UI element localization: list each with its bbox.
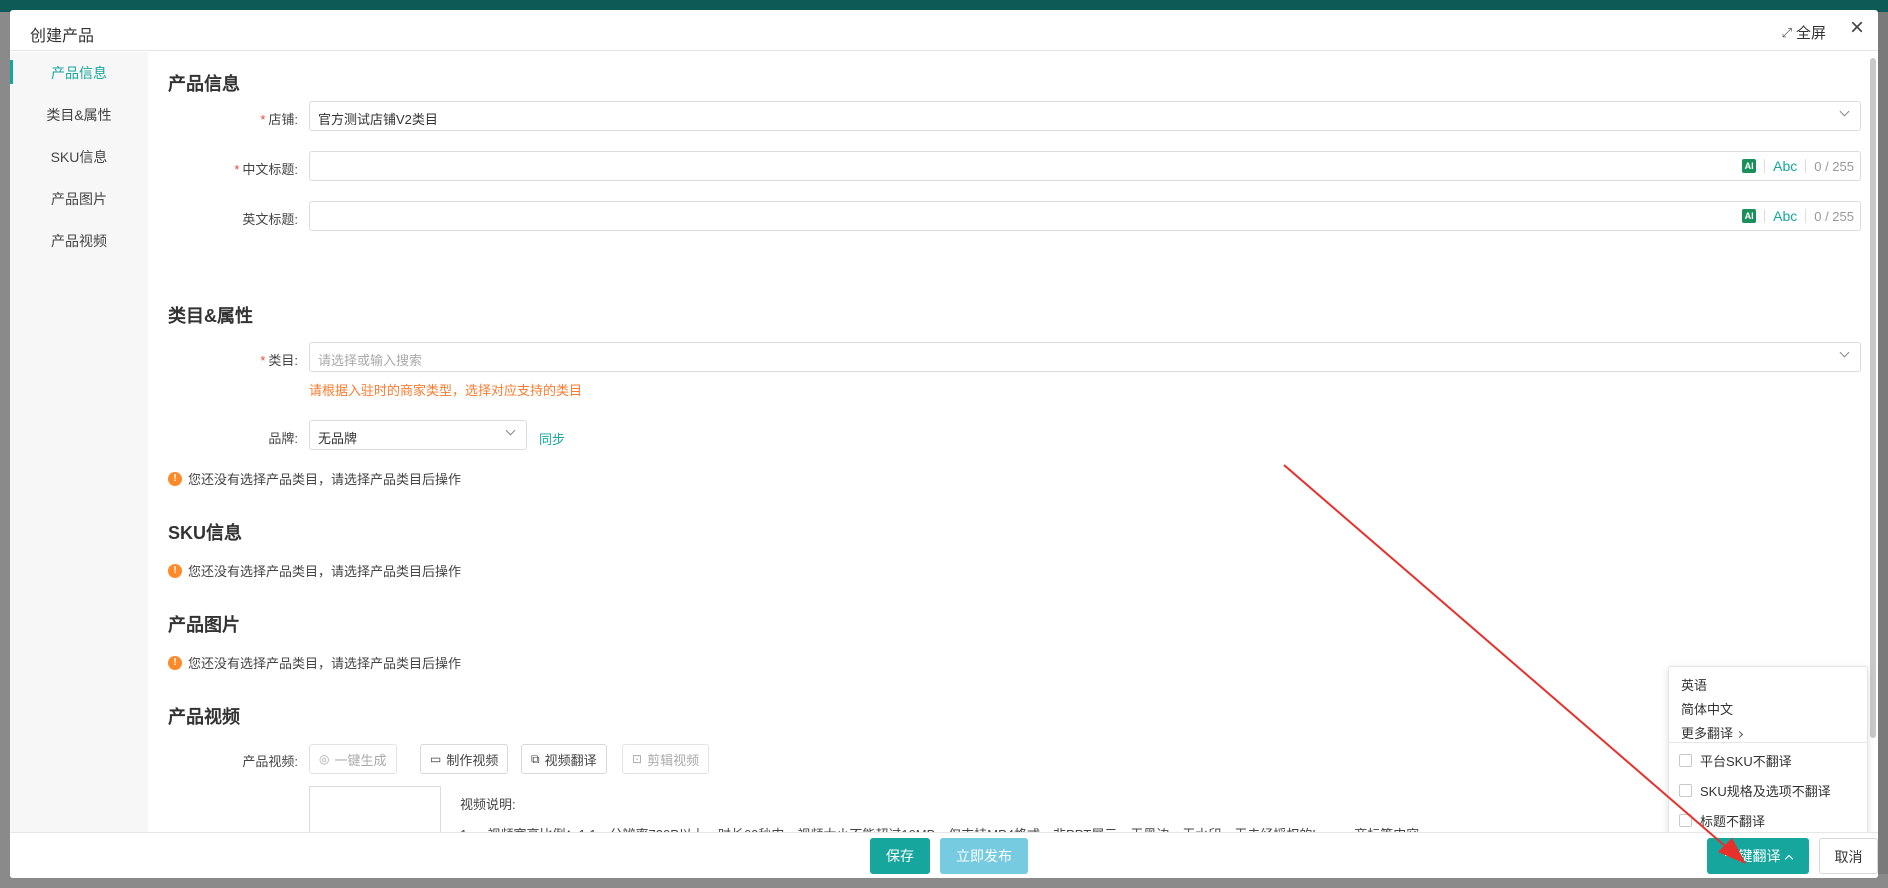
- section-title-product-info: 产品信息: [168, 74, 240, 94]
- category-label: * 类目:: [260, 353, 298, 368]
- en-title-input[interactable]: AI Abc 0 / 255: [309, 201, 1861, 231]
- shop-select[interactable]: 官方测试店铺V2类目: [309, 101, 1861, 131]
- translate-video-button[interactable]: ⧉ 视频翻译: [521, 744, 607, 774]
- one-click-translate-button[interactable]: 一键翻译: [1707, 838, 1809, 874]
- scrollbar[interactable]: [1870, 58, 1876, 738]
- magic-icon: ◎: [319, 752, 330, 766]
- checkbox[interactable]: [1679, 814, 1692, 827]
- option-title[interactable]: 标题不翻译: [1679, 811, 1765, 830]
- section-nav: 产品信息 类目&属性 SKU信息 产品图片 产品视频: [10, 52, 148, 842]
- shop-value: 官方测试店铺V2类目: [318, 112, 438, 127]
- app-sidebar-behind: [0, 12, 10, 874]
- ai-icon[interactable]: AI: [1742, 209, 1757, 223]
- generate-video-button[interactable]: ◎ 一键生成: [309, 744, 397, 774]
- brand-value: 无品牌: [318, 431, 358, 446]
- section-title-sku: SKU信息: [168, 523, 243, 543]
- translate-icon: ⧉: [531, 751, 540, 766]
- warning-icon: !: [168, 563, 182, 578]
- edit-video-button[interactable]: ⊡ 剪辑视频: [622, 744, 710, 774]
- chevron-down-icon: [1840, 108, 1850, 118]
- abc-icon[interactable]: Abc: [1773, 208, 1797, 224]
- brand-select[interactable]: 无品牌: [309, 420, 527, 450]
- checkbox[interactable]: [1679, 784, 1692, 797]
- warning-icon: !: [168, 471, 182, 486]
- scissors-icon: ⊡: [632, 752, 643, 766]
- modal-title: 创建产品: [30, 28, 95, 45]
- divider: [1764, 209, 1766, 223]
- chevron-down-icon: [506, 427, 516, 437]
- section-title-category: 类目&属性: [168, 306, 253, 326]
- chevron-down-icon: [1840, 349, 1850, 359]
- ai-icon[interactable]: AI: [1742, 159, 1757, 173]
- cancel-button[interactable]: 取消: [1819, 838, 1878, 874]
- divider: [1805, 209, 1807, 223]
- chevron-up-icon: [1784, 854, 1793, 864]
- brand-sync-link[interactable]: 同步: [539, 429, 565, 448]
- checkbox[interactable]: [1679, 754, 1692, 767]
- en-title-tools: AI Abc 0 / 255: [1742, 208, 1854, 224]
- nav-item-sku[interactable]: SKU信息: [10, 136, 148, 178]
- video-camera-icon: ▭: [430, 752, 442, 766]
- category-warning: ! 您还没有选择产品类目，请选择产品类目后操作: [168, 469, 461, 488]
- option-sku-spec[interactable]: SKU规格及选项不翻译: [1679, 781, 1831, 800]
- close-icon[interactable]: ×: [1850, 16, 1864, 40]
- publish-button[interactable]: 立即发布: [940, 838, 1028, 874]
- sku-warning: ! 您还没有选择产品类目，请选择产品类目后操作: [168, 561, 461, 580]
- nav-item-images[interactable]: 产品图片: [10, 178, 148, 220]
- chevron-right-icon: [1735, 730, 1744, 739]
- create-product-modal: 创建产品 ⤢ 全屏 × 产品信息 类目&属性 SKU信息 产品图片 产品视频 产…: [10, 10, 1878, 878]
- en-title-counter: 0 / 255: [1814, 208, 1854, 224]
- modal-footer: 保存 立即发布 一键翻译 取消: [10, 832, 1878, 878]
- menu-divider: [1669, 742, 1867, 743]
- video-label: 产品视频:: [242, 754, 298, 769]
- warning-icon: !: [168, 655, 182, 670]
- category-hint: 请根据入驻时的商家类型，选择对应支持的类目: [309, 383, 583, 398]
- cn-title-counter: 0 / 255: [1814, 158, 1854, 174]
- modal-header: 创建产品 ⤢ 全屏 ×: [10, 10, 1878, 51]
- video-desc-title: 视频说明:: [460, 797, 516, 812]
- section-title-images: 产品图片: [168, 615, 240, 635]
- menu-item-more[interactable]: 更多翻译: [1681, 723, 1744, 742]
- fullscreen-button[interactable]: ⤢ 全屏: [1782, 22, 1826, 43]
- divider: [1764, 159, 1766, 173]
- en-title-label: 英文标题:: [242, 212, 298, 227]
- save-button[interactable]: 保存: [870, 838, 930, 874]
- cn-title-tools: AI Abc 0 / 255: [1742, 158, 1854, 174]
- translate-menu: 英语 简体中文 更多翻译 平台SKU不翻译 SKU规格及选项不翻译 标题不翻译: [1668, 666, 1868, 836]
- category-select[interactable]: 请选择或输入搜索: [309, 342, 1861, 372]
- images-warning: ! 您还没有选择产品类目，请选择产品类目后操作: [168, 653, 461, 672]
- cn-title-input[interactable]: AI Abc 0 / 255: [309, 151, 1861, 181]
- nav-item-category[interactable]: 类目&属性: [10, 94, 148, 136]
- menu-item-english[interactable]: 英语: [1681, 675, 1707, 694]
- fullscreen-label: 全屏: [1795, 25, 1826, 42]
- nav-item-product-info[interactable]: 产品信息: [10, 52, 148, 94]
- cn-title-label: * 中文标题:: [234, 162, 298, 177]
- brand-label: 品牌:: [268, 431, 298, 446]
- divider: [1805, 159, 1807, 173]
- abc-icon[interactable]: Abc: [1773, 158, 1797, 174]
- section-title-video: 产品视频: [168, 707, 240, 727]
- option-platform-sku[interactable]: 平台SKU不翻译: [1679, 751, 1792, 770]
- category-placeholder: 请选择或输入搜索: [318, 353, 423, 368]
- form-content: 产品信息 * 店铺: 官方测试店铺V2类目 * 中文标题: AI Abc 0 / 2…: [168, 52, 1868, 842]
- menu-item-chinese[interactable]: 简体中文: [1681, 699, 1733, 718]
- expand-icon: ⤢: [1781, 24, 1792, 40]
- make-video-button[interactable]: ▭ 制作视频: [420, 744, 509, 774]
- nav-item-video[interactable]: 产品视频: [10, 220, 148, 262]
- shop-label: * 店铺:: [260, 112, 298, 127]
